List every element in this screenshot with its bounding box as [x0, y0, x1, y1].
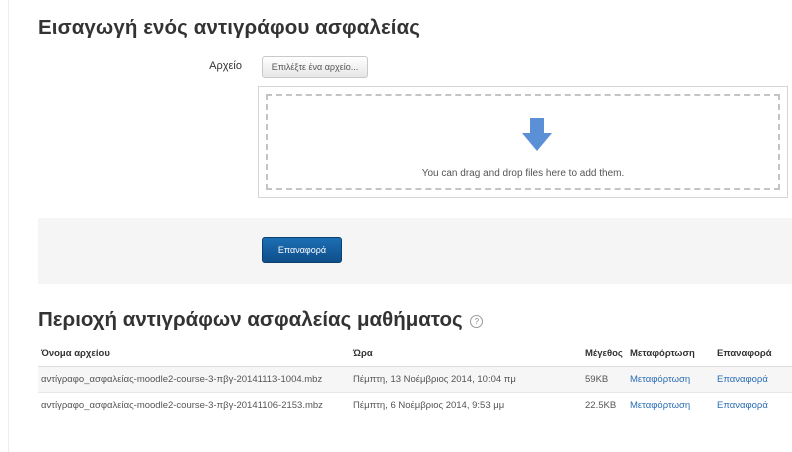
- time-cell: Πέμπτη, 13 Νοέμβριος 2014, 10:04 πμ: [350, 366, 582, 393]
- choose-file-button[interactable]: Επιλέξτε ένα αρχείο...: [262, 56, 368, 78]
- restore-heading: Εισαγωγή ενός αντιγράφου ασφαλείας: [38, 16, 421, 39]
- column-header-download: Μεταφόρτωση: [627, 343, 714, 367]
- size-cell: 59KB: [582, 366, 627, 393]
- download-link[interactable]: Μεταφόρτωση: [630, 400, 690, 411]
- restore-link[interactable]: Επαναφορά: [717, 400, 768, 411]
- page: Εισαγωγή ενός αντιγράφου ασφαλείας Αρχεί…: [0, 0, 792, 452]
- file-name-cell: αντίγραφο_ασφαλείας-moodle2-course-3-πβγ…: [38, 366, 350, 393]
- column-header-filename: Όνομα αρχείου: [38, 343, 350, 367]
- dropzone-hint: You can drag and drop files here to add …: [421, 168, 625, 179]
- table-header-row: Όνομα αρχείου Ώρα Μέγεθος Μεταφόρτωση Επ…: [38, 343, 792, 367]
- file-label: Αρχείο: [209, 60, 242, 72]
- table-row: αντίγραφο_ασφαλείας-moodle2-course-3-πβγ…: [38, 392, 792, 418]
- backup-area-title: Περιοχή αντιγράφων ασφαλείας μαθήματος: [38, 308, 463, 331]
- left-divider: [8, 0, 9, 452]
- column-header-time: Ώρα: [350, 343, 582, 367]
- down-arrow-icon: [522, 118, 552, 151]
- restore-button[interactable]: Επαναφορά: [262, 237, 342, 263]
- dropzone-border: You can drag and drop files here to add …: [266, 94, 780, 190]
- restore-link[interactable]: Επαναφορά: [717, 374, 768, 385]
- column-header-size: Μέγεθος: [582, 343, 627, 367]
- table-row: αντίγραφο_ασφαλείας-moodle2-course-3-πβγ…: [38, 366, 792, 393]
- time-cell: Πέμπτη, 6 Νοέμβριος 2014, 9:53 μμ: [350, 392, 582, 418]
- file-name-cell: αντίγραφο_ασφαλείας-moodle2-course-3-πβγ…: [38, 392, 350, 418]
- size-cell: 22.5KB: [582, 392, 627, 418]
- download-link[interactable]: Μεταφόρτωση: [630, 374, 690, 385]
- form-actions-band: [38, 218, 792, 284]
- help-icon[interactable]: ?: [470, 315, 484, 328]
- backup-area-heading: Περιοχή αντιγράφων ασφαλείας μαθήματος ?: [38, 308, 484, 332]
- file-dropzone[interactable]: You can drag and drop files here to add …: [258, 86, 788, 198]
- column-header-restore: Επαναφορά: [714, 343, 792, 367]
- backup-files-table: Όνομα αρχείου Ώρα Μέγεθος Μεταφόρτωση Επ…: [38, 343, 792, 418]
